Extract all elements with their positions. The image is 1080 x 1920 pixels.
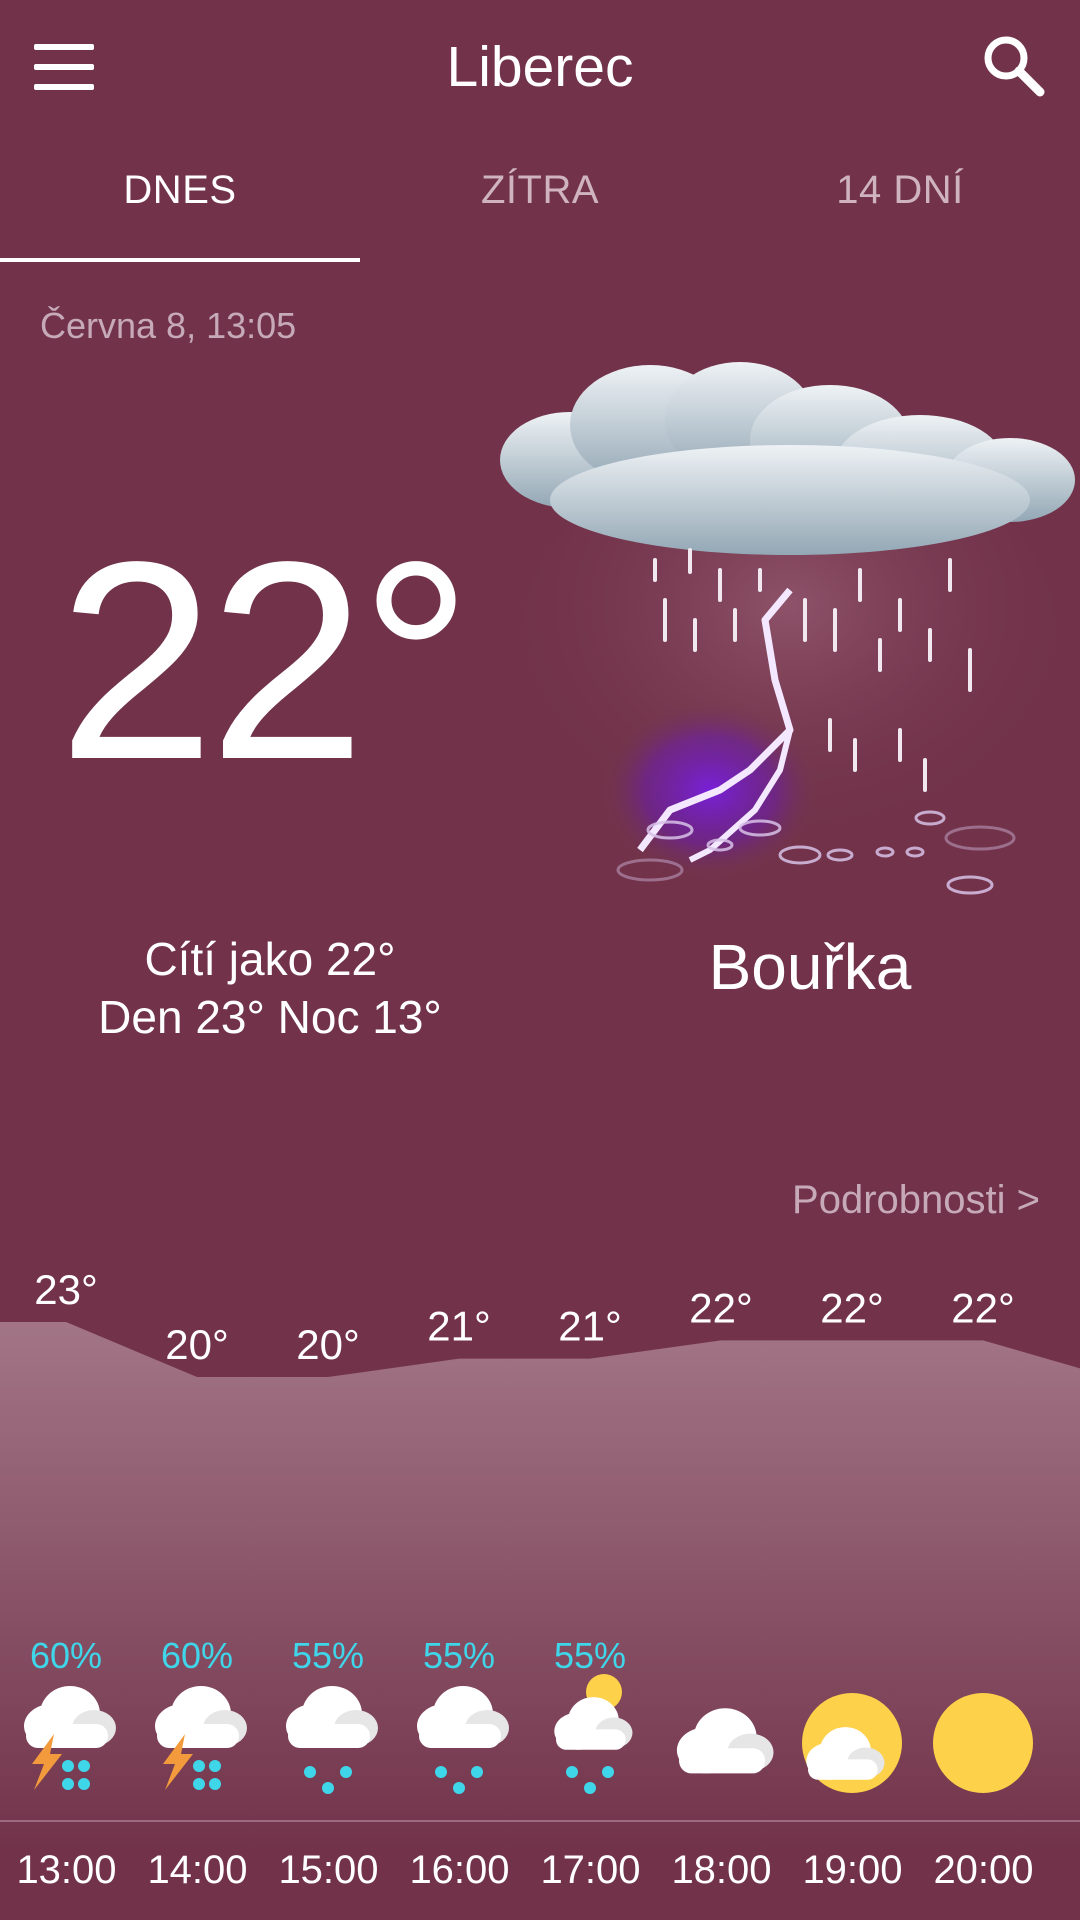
details-link[interactable]: Podrobnosti > bbox=[700, 1178, 1040, 1223]
tab-today[interactable]: DNES bbox=[0, 168, 360, 213]
temperature-label: 22° bbox=[689, 1284, 753, 1331]
precipitation-label: 60% bbox=[161, 1635, 233, 1676]
temperature-label: 22° bbox=[951, 1284, 1015, 1331]
hamburger-menu-icon-bar bbox=[34, 84, 94, 90]
search-icon bbox=[984, 36, 1045, 97]
current-datetime: Června 8, 13:05 bbox=[40, 305, 297, 346]
hamburger-menu-icon-bar bbox=[34, 64, 94, 70]
tab-indicator bbox=[0, 258, 360, 262]
tab-14-days[interactable]: 14 DNÍ bbox=[720, 168, 1080, 213]
temperature-label: 20° bbox=[296, 1321, 360, 1368]
hour-label: 18:00 bbox=[671, 1848, 772, 1892]
precipitation-label: 60% bbox=[30, 1635, 102, 1676]
temperature-label: 21° bbox=[427, 1303, 491, 1350]
precipitation-label: 55% bbox=[292, 1635, 364, 1676]
hour-label: 17:00 bbox=[540, 1848, 641, 1892]
day-night-temps: Den 23° Noc 13° bbox=[98, 991, 442, 1043]
hour-label: 13:00 bbox=[16, 1848, 117, 1892]
menu-button[interactable] bbox=[34, 44, 96, 90]
current-temperature: 22° bbox=[58, 503, 472, 818]
hour-label: 14:00 bbox=[147, 1848, 248, 1892]
thunderstorm-icon bbox=[500, 362, 1075, 895]
temperature-label: 22° bbox=[820, 1284, 884, 1331]
feels-like-text: Cítí jako 22° bbox=[144, 933, 396, 985]
hour-label: 16:00 bbox=[409, 1848, 510, 1892]
tab-tomorrow[interactable]: ZÍTRA bbox=[360, 168, 720, 213]
temperature-label: 21° bbox=[558, 1303, 622, 1350]
hourly-temperature-chart: 23° 20° 20° 21° 21° 22° 22° 22° 60% 60% 55% 55% 55% bbox=[0, 1266, 1080, 1850]
feels-like-block: Cítí jako 22° Den 23° Noc 13° bbox=[70, 930, 470, 1046]
city-title: Liberec bbox=[446, 35, 634, 99]
hour-label: 20:00 bbox=[933, 1848, 1034, 1892]
sun-icon bbox=[933, 1693, 1033, 1793]
hour-label: 19:00 bbox=[802, 1848, 903, 1892]
temperature-label: 20° bbox=[165, 1321, 229, 1368]
hours-divider bbox=[0, 1820, 1080, 1822]
search-button[interactable] bbox=[980, 32, 1046, 98]
precipitation-label: 55% bbox=[423, 1635, 495, 1676]
condition-text: Bouřka bbox=[708, 931, 912, 1003]
hour-label: 15:00 bbox=[278, 1848, 379, 1892]
sun-cloud-icon bbox=[802, 1693, 902, 1793]
temperature-area bbox=[0, 1322, 1080, 1850]
temperature-label: 23° bbox=[34, 1266, 98, 1313]
hamburger-menu-icon bbox=[34, 44, 94, 50]
precipitation-label: 55% bbox=[554, 1635, 626, 1676]
